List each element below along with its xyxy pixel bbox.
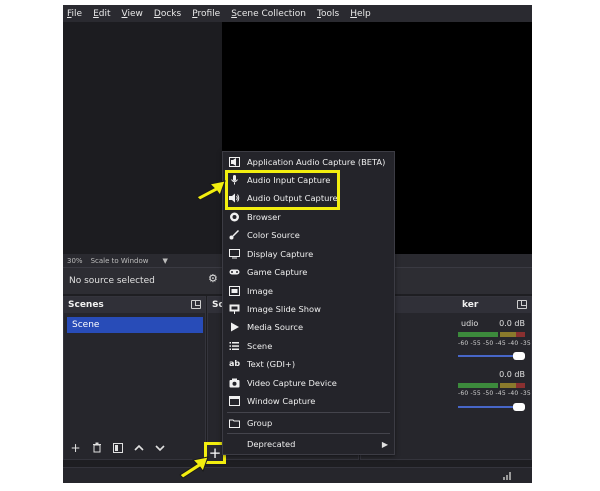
mixer-channel-1-db: 0.0 dB [499, 319, 525, 328]
play-icon [229, 322, 240, 332]
submenu-arrow-icon: ▶ [381, 439, 388, 449]
scene-item-label: Scene [72, 320, 100, 330]
menu-file[interactable]: File [67, 9, 82, 19]
menu-separator [227, 412, 390, 413]
menu-item-deprecated[interactable]: Deprecated ▶ [223, 435, 394, 453]
menu-item-label: Window Capture [247, 396, 316, 406]
menu-item-group[interactable]: Group [223, 414, 394, 432]
menu-item-label: Application Audio Capture (BETA) [247, 157, 386, 167]
menu-edit[interactable]: Edit [93, 9, 110, 19]
window-icon [229, 396, 240, 406]
menu-item-label: Color Source [247, 230, 300, 240]
text-icon: ab [229, 359, 241, 368]
menu-item-label: Display Capture [247, 249, 314, 259]
scenes-toolbar: + [67, 440, 168, 455]
gamepad-icon [229, 267, 240, 277]
preview-background [63, 22, 222, 254]
volume-meter [458, 383, 525, 388]
camera-icon [229, 378, 240, 388]
menu-item-application-audio-capture[interactable]: Application Audio Capture (BETA) [223, 153, 394, 171]
status-bar [63, 467, 532, 483]
scenes-title: Scenes [68, 300, 104, 310]
menubar: File Edit View Docks Profile Scene Colle… [63, 5, 532, 22]
menu-item-label: Game Capture [247, 267, 308, 277]
menu-item-browser[interactable]: Browser [223, 208, 394, 226]
monitor-icon [229, 249, 240, 259]
menu-item-label: Group [247, 418, 273, 428]
no-source-label: No source selected [69, 276, 155, 286]
menu-docks[interactable]: Docks [154, 9, 181, 19]
menu-item-display-capture[interactable]: Display Capture [223, 245, 394, 263]
highlight-box [225, 170, 340, 210]
menu-separator [227, 433, 390, 434]
filter-icon[interactable] [109, 440, 126, 455]
menu-tools[interactable]: Tools [317, 9, 339, 19]
meter-scale: -60 -55 -50 -45 -40 -35 -30 -25 -20 -15 … [458, 390, 532, 397]
chevron-down-icon[interactable]: ▼ [162, 257, 167, 265]
slider-handle[interactable] [513, 403, 525, 411]
menu-item-image[interactable]: Image [223, 282, 394, 300]
menu-item-label: Image [247, 286, 273, 296]
signal-icon [503, 472, 512, 480]
menu-item-label: Media Source [247, 322, 304, 332]
float-dock-icon[interactable] [517, 300, 527, 309]
scene-list-item[interactable]: Scene [67, 317, 203, 333]
volume-slider[interactable] [458, 352, 525, 360]
slider-handle[interactable] [513, 352, 525, 360]
menu-profile[interactable]: Profile [192, 9, 220, 19]
menu-item-game-capture[interactable]: Game Capture [223, 263, 394, 281]
list-icon [229, 341, 240, 351]
menu-item-video-capture-device[interactable]: Video Capture Device [223, 374, 394, 392]
zoom-percent: 30% [67, 256, 83, 265]
menu-item-label: Image Slide Show [247, 304, 321, 314]
menu-item-label: Scene [247, 341, 273, 351]
menu-item-label: Text (GDI+) [247, 359, 296, 369]
menu-item-color-source[interactable]: Color Source [223, 226, 394, 244]
globe-icon [229, 212, 240, 222]
zoom-mode-select[interactable]: Scale to Window [91, 257, 149, 265]
float-dock-icon[interactable] [191, 300, 201, 309]
scenes-dock: Scenes Scene + [63, 296, 206, 460]
chevron-up-icon[interactable] [130, 440, 147, 455]
scenes-dock-title: Scenes [64, 297, 205, 313]
menu-item-media-source[interactable]: Media Source [223, 318, 394, 336]
menu-item-image-slide-show[interactable]: Image Slide Show [223, 300, 394, 318]
app-audio-icon [229, 157, 240, 167]
menu-item-text-gdi[interactable]: ab Text (GDI+) [223, 355, 394, 373]
menu-item-scene[interactable]: Scene [223, 337, 394, 355]
volume-slider[interactable] [458, 403, 525, 411]
menu-view[interactable]: View [122, 9, 143, 19]
menu-item-label: Browser [247, 212, 281, 222]
mixer-title: ker [462, 300, 479, 310]
menu-help[interactable]: Help [350, 9, 371, 19]
arrow-pointer-icon [196, 180, 226, 201]
add-scene-button[interactable]: + [67, 440, 84, 455]
group-icon [229, 418, 240, 428]
meter-scale: -60 -55 -50 -45 -40 -35 -30 -25 -20 -15 … [458, 340, 532, 347]
volume-meter [458, 332, 525, 337]
menu-item-label: Deprecated [247, 439, 296, 449]
menu-item-window-capture[interactable]: Window Capture [223, 392, 394, 410]
chevron-down-icon[interactable] [151, 440, 168, 455]
slideshow-icon [229, 304, 240, 314]
image-icon [229, 286, 240, 296]
menu-scene-collection[interactable]: Scene Collection [231, 9, 306, 19]
mixer-channel-2-db: 0.0 dB [499, 370, 525, 379]
trash-icon[interactable] [88, 440, 105, 455]
brush-icon [229, 229, 240, 240]
menu-item-label: Video Capture Device [247, 378, 337, 388]
arrow-pointer-icon [179, 456, 209, 479]
